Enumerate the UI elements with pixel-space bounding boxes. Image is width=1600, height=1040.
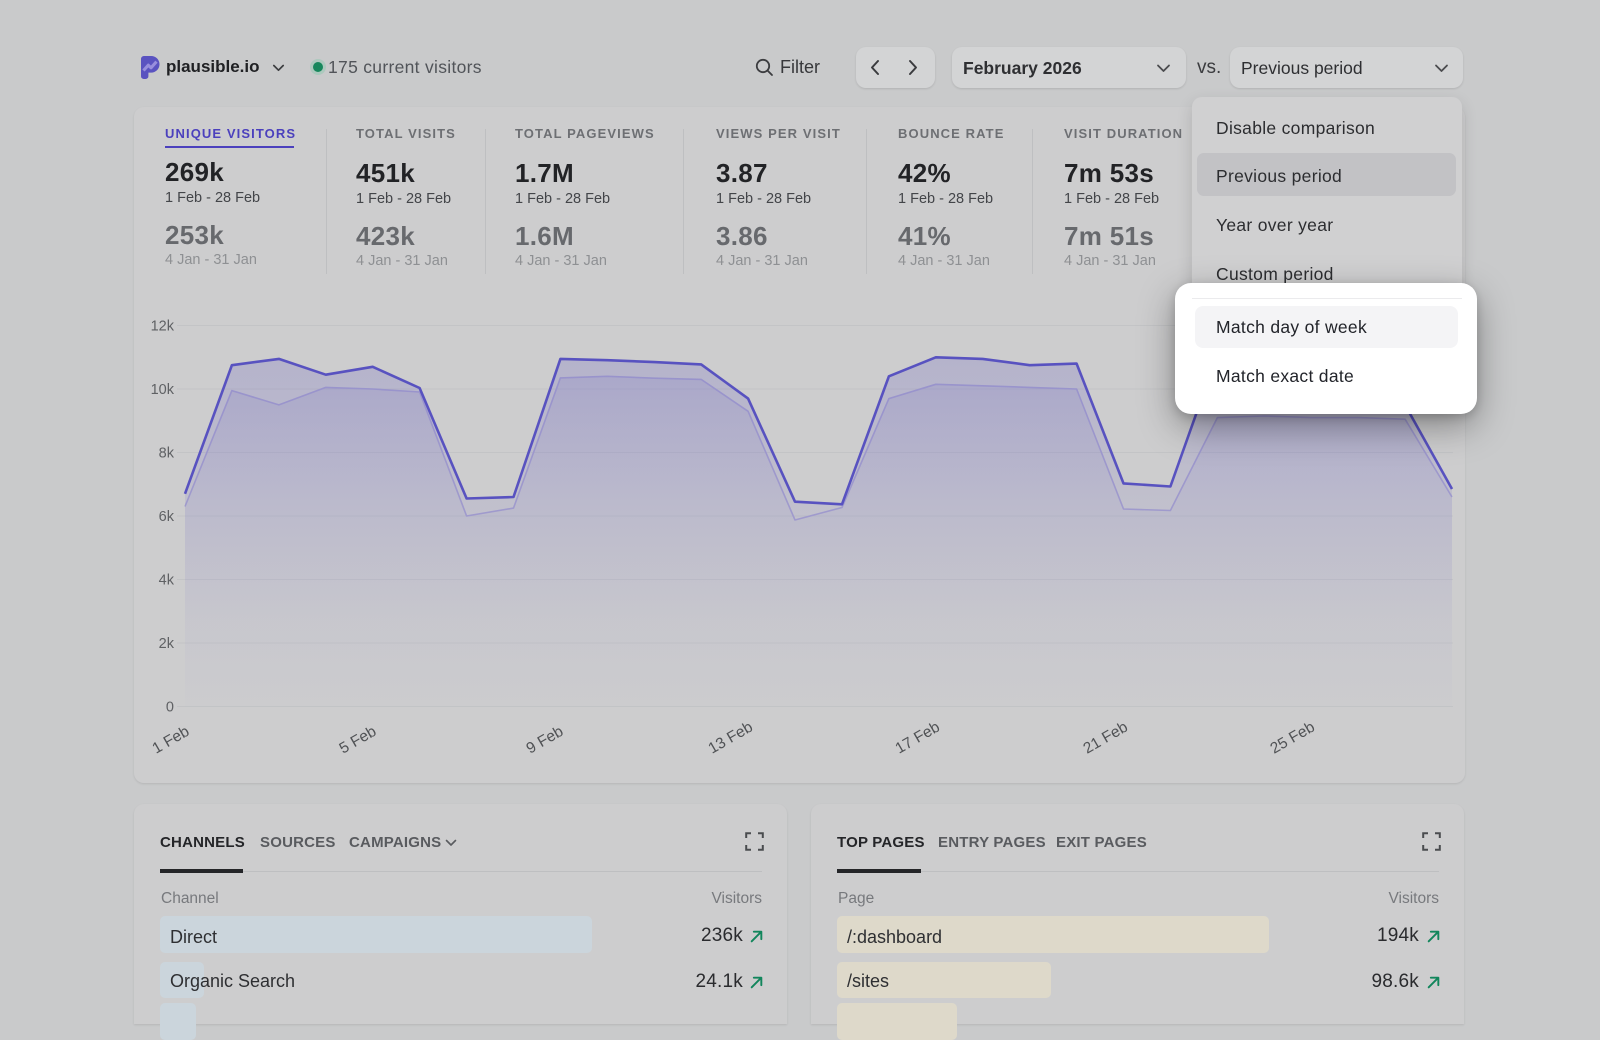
svg-text:6k: 6k [159,509,175,525]
svg-text:25 Feb: 25 Feb [1268,719,1318,758]
svg-text:1 Feb: 1 Feb [150,723,193,758]
svg-text:4k: 4k [159,573,175,589]
svg-text:8k: 8k [159,446,175,462]
svg-text:21 Feb: 21 Feb [1081,719,1131,758]
svg-text:0: 0 [166,700,174,716]
svg-text:12k: 12k [151,319,175,335]
svg-text:2k: 2k [159,636,175,652]
svg-text:13 Feb: 13 Feb [706,719,756,758]
svg-text:10k: 10k [151,382,175,398]
svg-text:5 Feb: 5 Feb [337,723,380,758]
svg-text:17 Feb: 17 Feb [893,719,943,758]
svg-text:9 Feb: 9 Feb [524,723,567,758]
